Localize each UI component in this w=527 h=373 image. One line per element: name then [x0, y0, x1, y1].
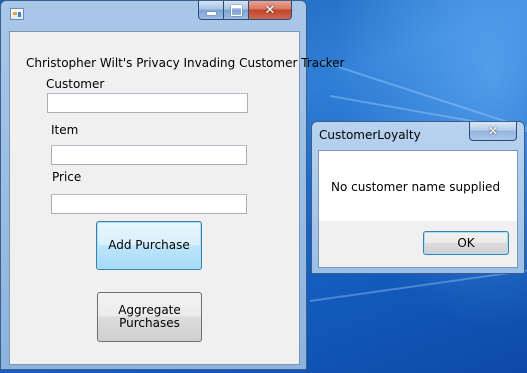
close-button[interactable]: ✕ [249, 1, 292, 20]
caption-buttons: ✕ [198, 1, 292, 21]
dialog-message: No customer name supplied [331, 180, 501, 194]
aggregate-purchases-button[interactable]: Aggregate Purchases [97, 292, 202, 342]
add-purchase-label: Add Purchase [108, 238, 190, 252]
minimize-icon [206, 11, 216, 15]
dialog-close-button[interactable]: ✕ [469, 122, 517, 141]
form-client-area: Christopher Wilt's Privacy Invading Cust… [9, 31, 345, 365]
aggregate-label-line2: Purchases [119, 316, 180, 330]
price-label: Price [52, 170, 82, 184]
ok-button[interactable]: OK [423, 231, 509, 255]
app-icon[interactable] [10, 8, 24, 20]
customer-label: Customer [46, 77, 105, 91]
price-input[interactable] [51, 194, 247, 214]
ok-label: OK [457, 235, 475, 250]
close-icon: ✕ [487, 124, 499, 138]
item-label: Item [51, 123, 79, 137]
form-title: Christopher Wilt's Privacy Invading Cust… [26, 56, 345, 70]
dialog-message-area: No customer name supplied [319, 151, 517, 221]
add-purchase-button[interactable]: Add Purchase [96, 221, 202, 270]
message-dialog: CustomerLoyalty ✕ No customer name suppl… [311, 121, 525, 274]
item-input[interactable] [51, 145, 247, 165]
main-window: ✕ Christopher Wilt's Privacy Invading Cu… [0, 0, 345, 370]
minimize-button[interactable] [198, 1, 224, 20]
close-icon: ✕ [264, 2, 276, 18]
title-bar[interactable]: ✕ [1, 1, 306, 27]
customer-input[interactable] [47, 93, 248, 113]
maximize-button[interactable] [224, 1, 249, 20]
dialog-title: CustomerLoyalty [319, 128, 421, 142]
dialog-client-area: No customer name supplied OK [318, 150, 518, 268]
maximize-icon [230, 4, 242, 16]
